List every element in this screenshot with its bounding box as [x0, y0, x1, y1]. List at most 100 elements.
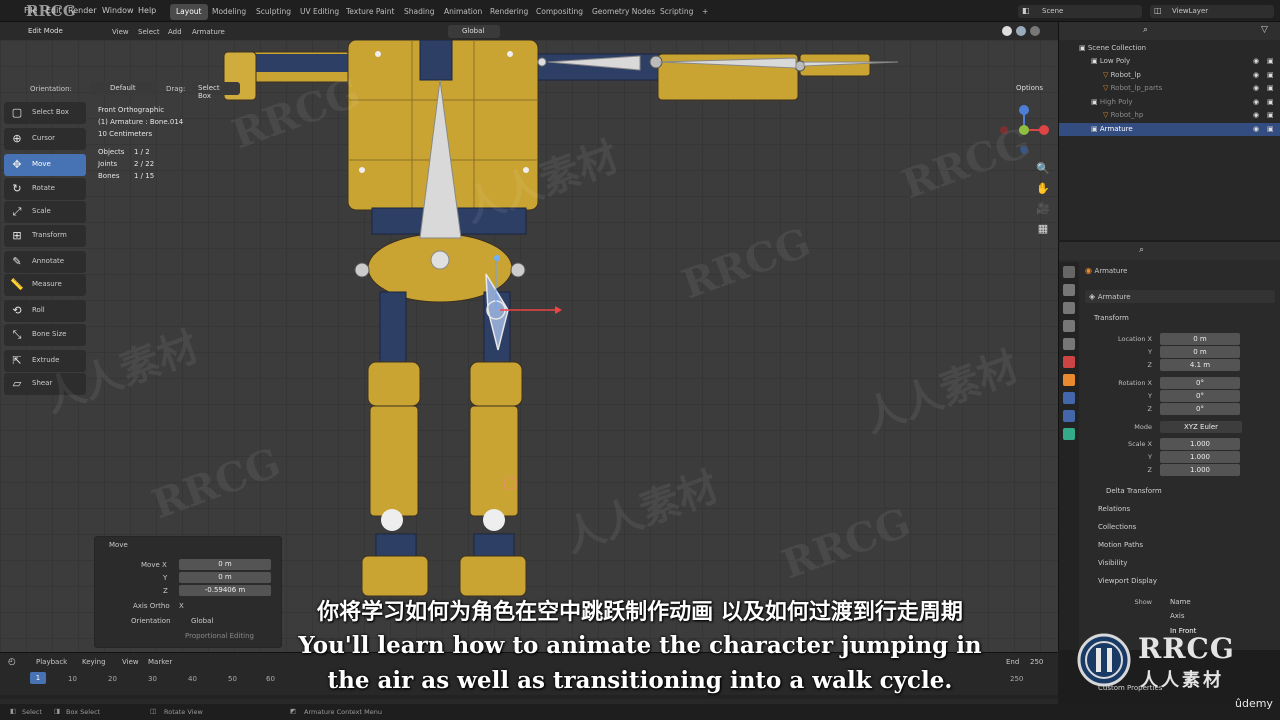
timeline-menu-playback[interactable]: Playback — [36, 658, 67, 666]
move-y-field[interactable]: 0 m — [179, 572, 271, 583]
render-camera-icon[interactable]: ▣ — [1267, 69, 1274, 82]
render-tab-icon[interactable] — [1063, 284, 1075, 296]
tool-measure[interactable]: 📏 Measure — [4, 274, 86, 296]
orientation-dropdown[interactable]: Default — [90, 82, 158, 95]
mode-dropdown[interactable]: Edit Mode — [22, 25, 82, 38]
tab-shading[interactable]: Shading — [398, 4, 440, 20]
tool-roll[interactable]: ⟲ Roll — [4, 300, 86, 322]
add-workspace-button[interactable]: + — [696, 4, 714, 20]
outliner-item[interactable]: ▣ Low Poly ◉ ▣ — [1059, 55, 1280, 68]
menu-render[interactable]: Render — [68, 6, 96, 15]
tool-bone-size[interactable]: ⤡ Bone Size — [4, 323, 86, 346]
tool-annotate[interactable]: ✎ Annotate — [4, 250, 86, 273]
visibility-eye-icon[interactable]: ◉ — [1253, 109, 1259, 122]
outliner-item[interactable]: ▣ Armature ◉ ▣ — [1059, 122, 1280, 136]
tool-rotate[interactable]: ↻ Rotate — [4, 177, 86, 200]
rotation-x-field[interactable]: 0° — [1160, 377, 1240, 389]
tab-compositing[interactable]: Compositing — [530, 4, 589, 20]
zoom-icon[interactable]: 🔍 — [1036, 162, 1050, 176]
tab-rendering[interactable]: Rendering — [484, 4, 534, 20]
rotation-z-field[interactable]: 0° — [1160, 403, 1240, 415]
collections-section[interactable]: Collections — [1098, 523, 1136, 531]
output-tab-icon[interactable] — [1063, 302, 1075, 314]
scale-y-field[interactable]: 1.000 — [1160, 451, 1240, 463]
move-x-field[interactable]: 0 m — [179, 559, 271, 570]
visibility-eye-icon[interactable]: ◉ — [1253, 123, 1259, 136]
scene-selector[interactable]: ◧ Scene — [1018, 5, 1142, 18]
search-icon[interactable]: ⌕ — [1139, 245, 1144, 255]
render-camera-icon[interactable]: ▣ — [1267, 82, 1274, 95]
tool-select-box[interactable]: ▢ Select Box — [4, 102, 86, 124]
tab-uv-editing[interactable]: UV Editing — [294, 4, 345, 20]
menu-armature[interactable]: Armature — [192, 28, 225, 36]
menu-edit[interactable]: Edit — [46, 6, 62, 15]
3d-viewport[interactable]: Orientation: Default Drag: Select Box Op… — [0, 40, 1058, 652]
menu-file[interactable]: File — [24, 6, 37, 15]
menu-window[interactable]: Window — [102, 6, 134, 15]
scale-z-field[interactable]: 1.000 — [1160, 464, 1240, 476]
scale-x-field[interactable]: 1.000 — [1160, 438, 1240, 450]
tab-sculpting[interactable]: Sculpting — [250, 4, 297, 20]
menu-add[interactable]: Add — [168, 28, 182, 36]
visibility-section[interactable]: Visibility — [1098, 559, 1127, 567]
pan-hand-icon[interactable]: ✋ — [1036, 182, 1050, 196]
tool-cursor[interactable]: ⊕ Cursor — [4, 128, 86, 150]
camera-icon[interactable]: 🎥 — [1036, 202, 1050, 216]
data-name-field[interactable]: ◈ Armature — [1085, 290, 1275, 303]
tool-extrude[interactable]: ⇱ Extrude — [4, 349, 86, 372]
end-frame-field[interactable]: 250 — [1030, 658, 1043, 666]
options-button[interactable]: Options — [1010, 82, 1056, 95]
visibility-eye-icon[interactable]: ◉ — [1253, 55, 1259, 68]
timeline-menu-keying[interactable]: Keying — [82, 658, 106, 666]
outliner-item[interactable]: ▽ Robot_hp ◉ ▣ — [1059, 109, 1280, 122]
shading-material-icon[interactable] — [1016, 26, 1026, 36]
visibility-eye-icon[interactable]: ◉ — [1253, 82, 1259, 95]
tab-texture-paint[interactable]: Texture Paint — [340, 4, 400, 20]
outliner-scene-collection[interactable]: ▣ Scene Collection — [1059, 42, 1280, 55]
visibility-eye-icon[interactable]: ◉ — [1253, 69, 1259, 82]
navigation-gizmo[interactable] — [996, 102, 1052, 158]
render-camera-icon[interactable]: ▣ — [1267, 109, 1274, 122]
location-x-field[interactable]: 0 m — [1160, 333, 1240, 345]
tab-scripting[interactable]: Scripting — [654, 4, 699, 20]
object-name-field[interactable]: ◉ Armature — [1085, 266, 1275, 279]
relations-section[interactable]: Relations — [1098, 505, 1130, 513]
tab-layout[interactable]: Layout — [170, 4, 208, 20]
tab-geometry-nodes[interactable]: Geometry Nodes — [586, 4, 661, 20]
menu-view[interactable]: View — [112, 28, 129, 36]
tab-animation[interactable]: Animation — [438, 4, 488, 20]
tool-move[interactable]: ✥ Move — [4, 154, 86, 176]
menu-select[interactable]: Select — [138, 28, 160, 36]
tool-transform[interactable]: ⊞ Transform — [4, 224, 86, 247]
delta-transform-section[interactable]: Delta Transform — [1106, 487, 1162, 495]
shading-solid-icon[interactable] — [1002, 26, 1012, 36]
render-camera-icon[interactable]: ▣ — [1267, 123, 1274, 136]
transform-section-header[interactable]: Transform — [1094, 314, 1129, 322]
visibility-eye-icon[interactable]: ◉ — [1253, 96, 1259, 109]
shading-rendered-icon[interactable] — [1030, 26, 1040, 36]
location-z-field[interactable]: 4.1 m — [1160, 359, 1240, 371]
rotation-mode-dropdown[interactable]: XYZ Euler — [1160, 421, 1242, 433]
timeline-menu-marker[interactable]: Marker — [148, 658, 172, 666]
tool-shear[interactable]: ▱ Shear — [4, 373, 86, 395]
transform-orientation-dropdown[interactable]: Global — [448, 25, 500, 38]
timeline-scrub-track[interactable] — [0, 695, 1058, 699]
tab-modeling[interactable]: Modeling — [206, 4, 252, 20]
rotation-y-field[interactable]: 0° — [1160, 390, 1240, 402]
view-layer-selector[interactable]: ◫ ViewLayer — [1150, 5, 1274, 18]
motion-paths-section[interactable]: Motion Paths — [1098, 541, 1143, 549]
outliner-item[interactable]: ▽ Robot_lp ◉ ▣ — [1059, 69, 1280, 82]
search-icon[interactable]: ⌕ — [1143, 25, 1148, 35]
tool-scale[interactable]: ⤢ Scale — [4, 201, 86, 223]
render-camera-icon[interactable]: ▣ — [1267, 55, 1274, 68]
location-y-field[interactable]: 0 m — [1160, 346, 1240, 358]
tool-tab-icon[interactable] — [1063, 266, 1075, 278]
timeline-menu-view[interactable]: View — [122, 658, 139, 666]
filter-icon[interactable]: ▽ — [1261, 25, 1268, 35]
viewport-display-section[interactable]: Viewport Display — [1098, 577, 1157, 585]
render-camera-icon[interactable]: ▣ — [1267, 96, 1274, 109]
outliner-item[interactable]: ▽ Robot_lp_parts ◉ ▣ — [1059, 82, 1280, 95]
grid-view-icon[interactable]: ▦ — [1036, 222, 1050, 236]
view-layer-tab-icon[interactable] — [1063, 320, 1075, 332]
outliner-item[interactable]: ▣ High Poly ◉ ▣ — [1059, 96, 1280, 109]
